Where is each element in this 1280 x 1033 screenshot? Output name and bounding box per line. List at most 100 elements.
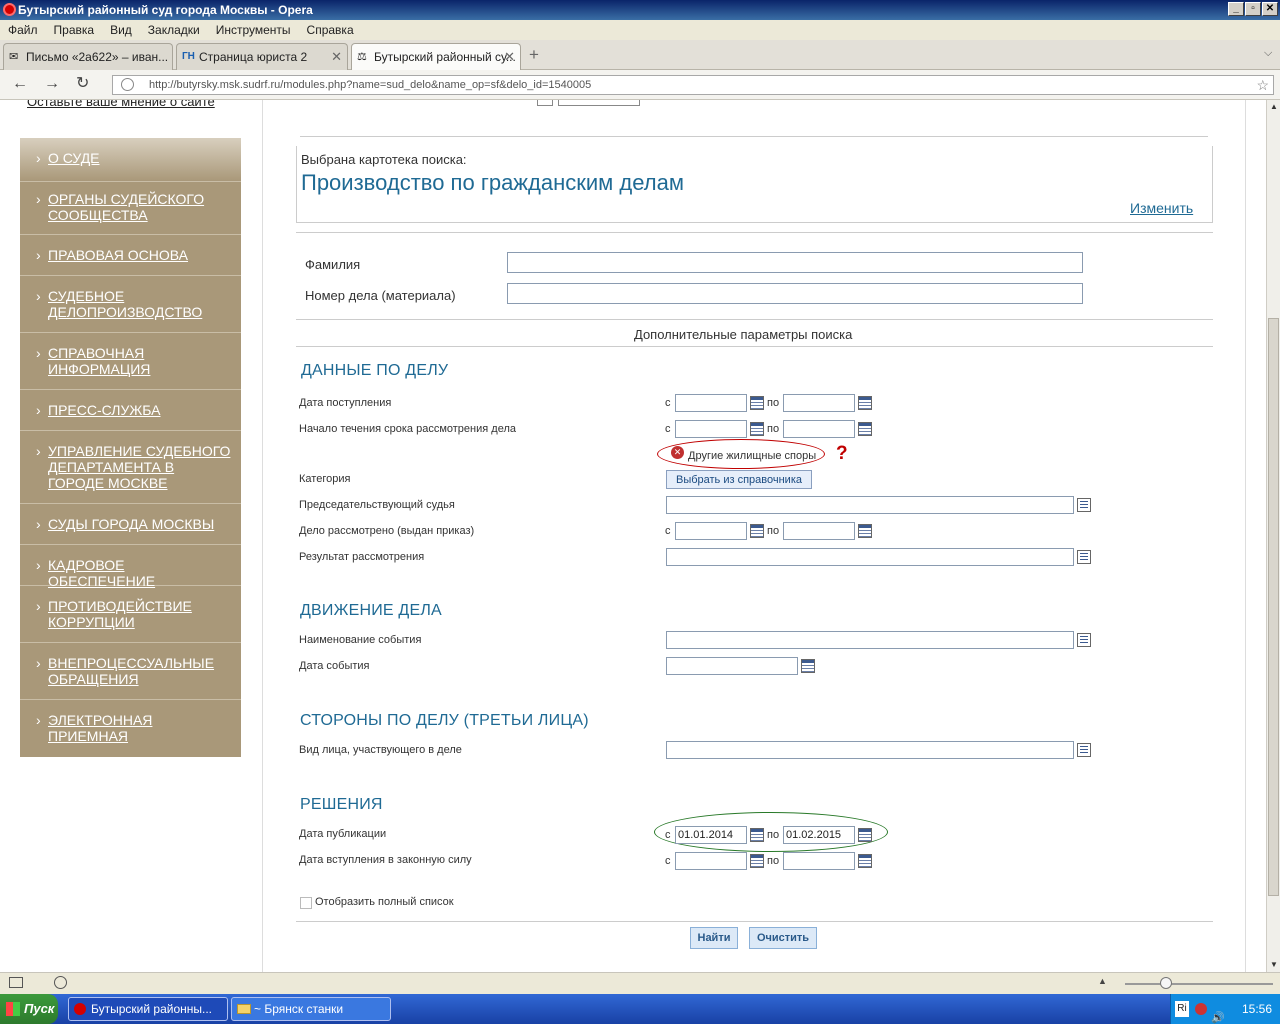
calendar-icon[interactable] [858,396,872,410]
sidebar-item-proceedings[interactable]: › Судебное делопроизводство [20,276,241,333]
case-number-input[interactable] [507,283,1083,304]
menu-edit[interactable]: Правка [46,20,103,40]
choose-from-directory-button[interactable]: Выбрать из справочника [666,470,812,489]
date-received-label: Дата поступления [299,397,392,409]
new-tab-icon[interactable]: + [529,45,539,65]
start-button[interactable]: Пуск [0,994,58,1024]
calendar-icon[interactable] [750,828,764,842]
sidebar-item-judicial-bodies[interactable]: › Органы судейского сообщества [20,182,241,235]
clear-button[interactable]: Очистить [749,927,817,949]
calendar-icon[interactable] [801,659,815,673]
calendar-icon[interactable] [750,854,764,868]
close-tab-icon[interactable]: ✕ [331,44,342,70]
feedback-link[interactable]: Оставьте ваше мнение о сайте [27,100,215,109]
find-button[interactable]: Найти [690,927,738,949]
date-received-to-input[interactable] [783,394,855,412]
list-icon[interactable] [1077,633,1091,647]
menu-view[interactable]: Вид [102,20,140,40]
section-decisions: Решения [300,796,383,813]
divider [296,346,1213,347]
antivirus-icon[interactable] [1195,1003,1207,1015]
tab-lawyer-page[interactable]: ГН Страница юриста 2 ✕ [176,43,348,70]
surname-input[interactable] [507,252,1083,273]
scroll-down-icon[interactable]: ▼ [1270,960,1278,969]
calendar-icon[interactable] [858,524,872,538]
tab-mail[interactable]: ✉ Письмо «2a622» – иван... [3,43,173,70]
sidebar-item-about[interactable]: › О суде [20,138,241,182]
back-icon[interactable]: ← [12,76,28,92]
calendar-icon[interactable] [750,396,764,410]
publication-from-input[interactable]: 01.01.2014 [675,826,747,844]
sidebar-item-reference[interactable]: › Справочная информация [20,333,241,390]
effective-from-input[interactable] [675,852,747,870]
task-folder[interactable]: ~ Брянск станки [231,997,391,1021]
menu-tools[interactable]: Инструменты [208,20,299,40]
calendar-icon[interactable] [858,422,872,436]
menu-help[interactable]: Справка [299,20,362,40]
reviewed-to-input[interactable] [783,522,855,540]
to-label: по [767,829,780,841]
sidebar-item-press[interactable]: › Пресс-служба [20,390,241,431]
zoom-arrow-icon[interactable]: ▲ [1098,976,1107,986]
menu-bookmarks[interactable]: Закладки [140,20,208,40]
close-tab-icon[interactable]: ✕ [504,44,515,70]
sidebar-item-moscow-courts[interactable]: › Суды города Москвы [20,504,241,545]
zoom-slider[interactable] [1125,983,1273,985]
forward-icon[interactable]: → [44,76,60,92]
sidebar-item-appeals[interactable]: › Внепроцессуальные обращения [20,643,241,700]
reload-icon[interactable]: ↻ [76,76,89,92]
scroll-up-icon[interactable]: ▲ [1270,102,1278,111]
tab-court[interactable]: ⚖ Бутырский районный су... ✕ [351,43,521,70]
sidebar-item-staffing[interactable]: › Кадровое обеспечение [20,545,241,589]
close-window-button[interactable]: ✕ [1262,2,1278,16]
judge-input[interactable] [666,496,1074,514]
list-icon[interactable] [1077,498,1091,512]
folder-icon [237,1004,251,1014]
maximize-button[interactable]: ▫ [1245,2,1261,16]
publication-to-input[interactable]: 01.02.2015 [783,826,855,844]
calendar-icon[interactable] [750,422,764,436]
calendar-icon[interactable] [858,828,872,842]
sidebar-item-legal-basis[interactable]: › Правовая основа [20,235,241,276]
globe-icon [121,78,134,91]
chevron-down-icon[interactable]: ⌵ [1264,47,1272,60]
change-link[interactable]: Изменить [1130,200,1193,216]
task-opera[interactable]: Бутырский районны... [68,997,228,1021]
sidebar-item-department[interactable]: › Управление судебного департамента в гор… [20,431,241,504]
review-start-from-input[interactable] [675,420,747,438]
event-name-input[interactable] [666,631,1074,649]
category-label: Категория [299,473,351,485]
category-chip: Другие жилищные споры [688,450,817,462]
mail-icon: ✉ [9,51,19,63]
result-input[interactable] [666,548,1074,566]
panel-toggle-icon[interactable] [9,977,23,988]
result-label: Результат рассмотрения [299,551,425,563]
menu-file[interactable]: Файл [0,20,46,40]
selected-catalog-label: Выбрана картотека поиска: [301,152,467,167]
full-list-checkbox[interactable] [300,897,312,909]
volume-icon[interactable]: 🔊 [1211,1003,1225,1033]
scrollbar-thumb[interactable] [1268,318,1279,896]
window-title-bar: Бутырский районный суд города Москвы - O… [0,0,1280,20]
sidebar-item-anticorruption[interactable]: › Противодействие коррупции [20,586,241,643]
effective-to-input[interactable] [783,852,855,870]
list-icon[interactable] [1077,550,1091,564]
sidebar-item-reception[interactable]: › Электронная приемная [20,700,241,757]
zoom-slider-handle[interactable] [1160,977,1172,989]
address-bar[interactable]: http://butyrsky.msk.sudrf.ru/modules.php… [112,75,1274,95]
review-start-to-input[interactable] [783,420,855,438]
vertical-scrollbar[interactable]: ▲ ▼ [1266,100,1280,972]
list-icon[interactable] [1077,743,1091,757]
reviewed-from-input[interactable] [675,522,747,540]
section-case-data: Данные по делу [301,362,449,379]
minimize-button[interactable]: _ [1228,2,1244,16]
calendar-icon[interactable] [858,854,872,868]
bookmark-star-icon[interactable]: ☆ [1256,76,1269,94]
remove-category-icon[interactable]: ✕ [671,446,684,459]
date-received-from-input[interactable] [675,394,747,412]
party-type-input[interactable] [666,741,1074,759]
speed-dial-icon[interactable] [54,976,67,989]
calendar-icon[interactable] [750,524,764,538]
event-date-input[interactable] [666,657,798,675]
language-indicator[interactable]: Ri [1175,1001,1189,1017]
